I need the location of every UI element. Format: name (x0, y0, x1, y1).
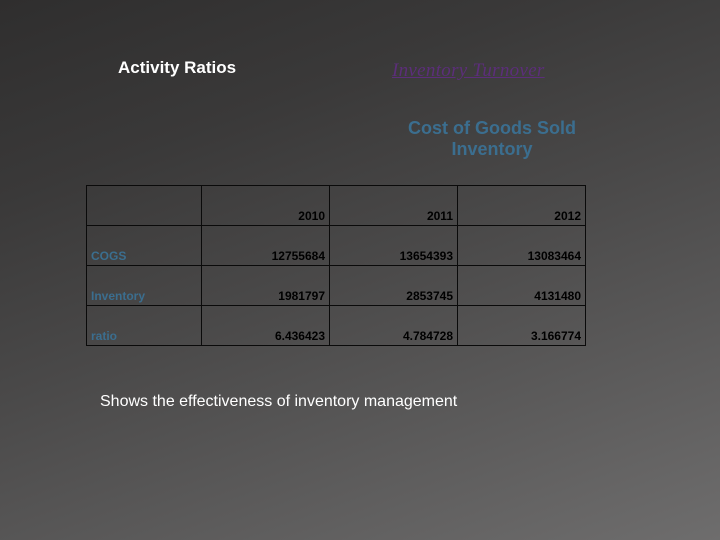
cell-value: 4131480 (458, 287, 585, 305)
cell-value: 1981797 (202, 287, 329, 305)
cell-value: 13654393 (330, 247, 457, 265)
cell-value: 2853745 (330, 287, 457, 305)
cell-value: 3.166774 (458, 327, 585, 345)
table-corner (87, 186, 202, 226)
cell-value: 6.436423 (202, 327, 329, 345)
col-header: 2012 (458, 207, 585, 225)
col-header: 2011 (330, 207, 457, 225)
row-label: Inventory (87, 287, 201, 305)
col-header: 2010 (202, 207, 329, 225)
cell-value: 13083464 (458, 247, 585, 265)
data-table: 2010 2011 2012 COGS 12755684 13654393 13… (86, 185, 586, 346)
formula-numerator: Cost of Goods Sold (392, 118, 592, 139)
formula-denominator: Inventory (392, 139, 592, 160)
cell-value: 4.784728 (330, 327, 457, 345)
title-left: Activity Ratios (118, 58, 236, 78)
cell-value: 12755684 (202, 247, 329, 265)
table-row: ratio 6.436423 4.784728 3.166774 (87, 306, 586, 346)
table-row: Inventory 1981797 2853745 4131480 (87, 266, 586, 306)
title-right: Inventory Turnover (392, 60, 545, 82)
row-label: COGS (87, 247, 201, 265)
table-row: COGS 12755684 13654393 13083464 (87, 226, 586, 266)
footer-text: Shows the effectiveness of inventory man… (100, 392, 460, 412)
row-label: ratio (87, 327, 201, 345)
